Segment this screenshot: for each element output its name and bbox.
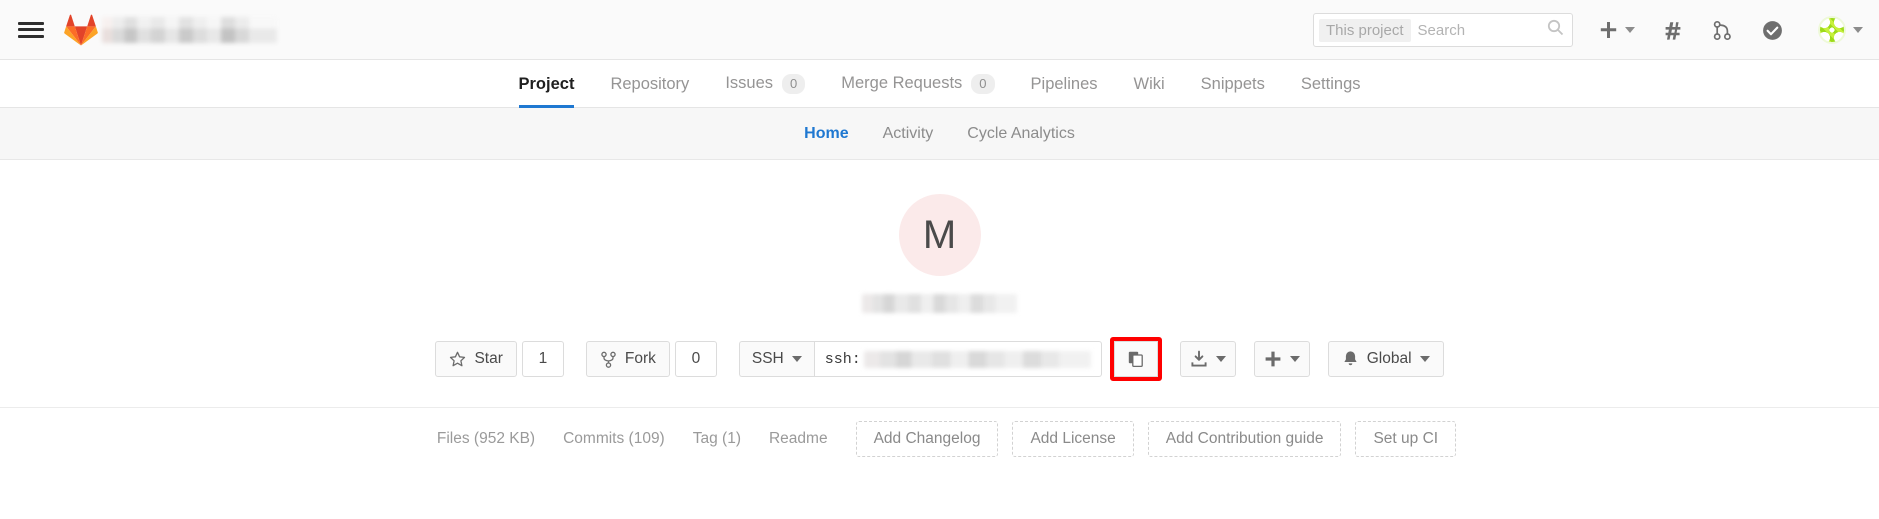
plus-icon xyxy=(1265,351,1281,367)
search-icon xyxy=(1547,19,1564,41)
tab-label: Snippets xyxy=(1200,75,1265,93)
add-changelog-button[interactable]: Add Changelog xyxy=(855,421,999,457)
tab-pipelines[interactable]: Pipelines xyxy=(1013,75,1116,107)
subnav-item-activity[interactable]: Activity xyxy=(866,125,951,143)
tab-label: Wiki xyxy=(1133,75,1165,93)
project-avatar: M xyxy=(898,194,981,276)
project-header: M Star 1 Fork 0 SSH ssh: Global xyxy=(0,160,1879,381)
tab-label: Project xyxy=(518,75,575,93)
stat-tags[interactable]: Tag (1) xyxy=(679,430,755,448)
download-button[interactable] xyxy=(1179,341,1236,377)
project-subnav: Home Activity Cycle Analytics xyxy=(0,108,1879,160)
add-new-button[interactable] xyxy=(1253,341,1310,377)
fork-label: Fork xyxy=(624,350,656,367)
chevron-down-icon xyxy=(1215,356,1226,362)
copy-url-button[interactable] xyxy=(1113,341,1158,377)
star-button[interactable]: Star xyxy=(435,341,517,377)
star-label: Star xyxy=(474,350,503,367)
project-title-redacted xyxy=(862,294,1017,313)
fork-button[interactable]: Fork xyxy=(585,341,670,377)
issues-hash-icon[interactable] xyxy=(1663,0,1684,60)
download-icon xyxy=(1191,350,1207,367)
tab-label: Merge Requests xyxy=(841,74,963,93)
tab-label: Repository xyxy=(610,75,690,93)
project-avatar-letter: M xyxy=(922,212,957,257)
new-item-plus-icon[interactable] xyxy=(1599,0,1635,60)
navbar-right-group: This project Search xyxy=(1313,0,1863,60)
add-contribution-guide-button[interactable]: Add Contribution guide xyxy=(1147,421,1342,457)
subnav-item-home[interactable]: Home xyxy=(787,125,865,143)
search-scope-badge[interactable]: This project xyxy=(1319,18,1411,42)
top-navbar: This project Search xyxy=(0,0,1879,60)
stat-files[interactable]: Files (952 KB) xyxy=(423,430,549,448)
add-license-button[interactable]: Add License xyxy=(1012,421,1134,457)
chevron-down-icon xyxy=(791,356,802,362)
notification-settings-button[interactable]: Global xyxy=(1327,341,1444,377)
tab-label: Pipelines xyxy=(1030,75,1098,93)
clone-url-input[interactable]: ssh: xyxy=(813,341,1102,377)
bell-icon xyxy=(1344,351,1357,366)
clone-url-group: SSH ssh: xyxy=(738,341,1102,377)
tab-label: Settings xyxy=(1300,75,1361,93)
user-avatar-dropdown[interactable] xyxy=(1818,0,1863,60)
chevron-down-icon xyxy=(1625,27,1635,33)
subnav-item-cycle-analytics[interactable]: Cycle Analytics xyxy=(950,125,1092,143)
notification-label: Global xyxy=(1366,350,1412,367)
subnav-label: Activity xyxy=(882,124,934,142)
tab-repository[interactable]: Repository xyxy=(592,75,707,107)
copy-url-highlight xyxy=(1109,337,1162,381)
search-input[interactable]: This project Search xyxy=(1313,13,1573,47)
project-name-redacted xyxy=(102,16,277,43)
fork-count[interactable]: 0 xyxy=(674,341,717,377)
tab-wiki[interactable]: Wiki xyxy=(1116,75,1183,107)
star-count[interactable]: 1 xyxy=(521,341,564,377)
todos-check-icon[interactable] xyxy=(1761,0,1784,60)
clone-url-prefix: ssh: xyxy=(824,350,861,368)
tab-issues[interactable]: Issues 0 xyxy=(707,73,823,107)
tab-list: Project Repository Issues 0 Merge Reques… xyxy=(501,60,1379,108)
clone-protocol-dropdown[interactable]: SSH xyxy=(738,341,814,377)
merge-requests-count-badge: 0 xyxy=(971,73,995,94)
set-up-ci-button[interactable]: Set up CI xyxy=(1355,421,1457,457)
project-action-row: Star 1 Fork 0 SSH ssh: Global xyxy=(435,337,1444,381)
stat-readme[interactable]: Readme xyxy=(755,430,842,448)
chevron-down-icon xyxy=(1419,356,1430,362)
merge-requests-icon[interactable] xyxy=(1712,0,1733,60)
copy-clipboard-icon xyxy=(1128,351,1143,368)
subnav-label: Cycle Analytics xyxy=(967,124,1075,142)
issues-count-badge: 0 xyxy=(782,73,806,94)
hamburger-menu-icon[interactable] xyxy=(18,19,44,41)
search-placeholder-text: Search xyxy=(1417,21,1466,39)
star-icon xyxy=(450,351,466,366)
tab-project[interactable]: Project xyxy=(501,75,593,108)
gitlab-brand-link[interactable] xyxy=(64,14,277,46)
stat-commits[interactable]: Commits (109) xyxy=(549,430,679,448)
tab-merge-requests[interactable]: Merge Requests 0 xyxy=(823,73,1012,107)
user-avatar-identicon xyxy=(1818,16,1846,44)
tab-snippets[interactable]: Snippets xyxy=(1183,75,1283,107)
clone-url-redacted xyxy=(863,350,1091,368)
clone-protocol-label: SSH xyxy=(751,350,784,367)
subnav-list: Home Activity Cycle Analytics xyxy=(787,125,1092,143)
tab-settings[interactable]: Settings xyxy=(1283,75,1379,107)
main-tab-nav: Project Repository Issues 0 Merge Reques… xyxy=(0,60,1879,108)
project-stats-row: Files (952 KB) Commits (109) Tag (1) Rea… xyxy=(0,408,1879,470)
fork-icon xyxy=(601,351,616,368)
gitlab-fox-logo xyxy=(64,14,98,46)
chevron-down-icon xyxy=(1289,356,1300,362)
subnav-label: Home xyxy=(804,124,849,142)
chevron-down-icon xyxy=(1853,27,1863,33)
tab-label: Issues xyxy=(725,74,773,93)
